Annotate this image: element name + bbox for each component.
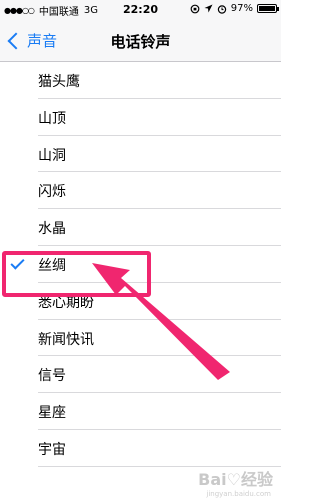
annotation-arrow-icon xyxy=(92,263,230,380)
watermark: Bai♡经验 xyxy=(198,470,273,489)
watermark-url: jingyan.baidu.com xyxy=(206,490,271,498)
